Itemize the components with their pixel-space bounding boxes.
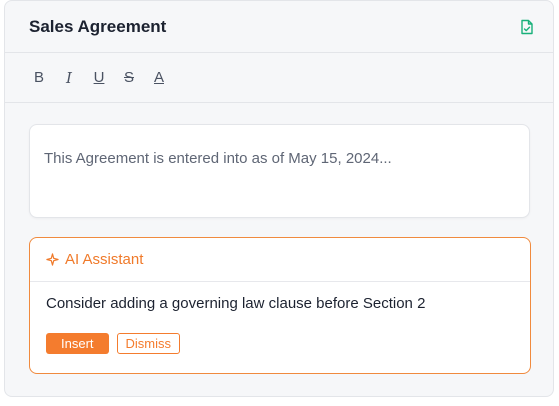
ai-actions: Insert Dismiss [46,333,514,354]
document-editor[interactable]: This Agreement is entered into as of May… [29,124,530,218]
text-color-button[interactable]: A [151,68,167,88]
underline-button[interactable]: U [91,68,107,88]
ai-suggestion-text: Consider adding a governing law clause b… [46,295,426,312]
dismiss-button[interactable]: Dismiss [116,333,181,354]
italic-button[interactable]: I [61,68,77,88]
ai-assistant-body: Consider adding a governing law clause b… [30,282,530,354]
file-check-icon [521,19,533,34]
document-header: Sales Agreement [5,1,553,53]
document-title: Sales Agreement [29,16,167,36]
ai-assistant-header: AI Assistant [30,238,530,282]
editor-content[interactable]: This Agreement is entered into as of May… [44,150,392,167]
save-button[interactable] [517,17,537,37]
document-panel: Sales Agreement B I U S A This Agreement… [4,0,554,397]
bold-button[interactable]: B [31,68,47,88]
sparkle-icon [46,253,59,266]
ai-assistant-title: AI Assistant [65,251,144,268]
format-toolbar: B I U S A [5,53,553,103]
insert-button[interactable]: Insert [46,333,109,354]
ai-assistant-card: AI Assistant Consider adding a governing… [29,237,531,374]
strikethrough-button[interactable]: S [121,68,137,88]
